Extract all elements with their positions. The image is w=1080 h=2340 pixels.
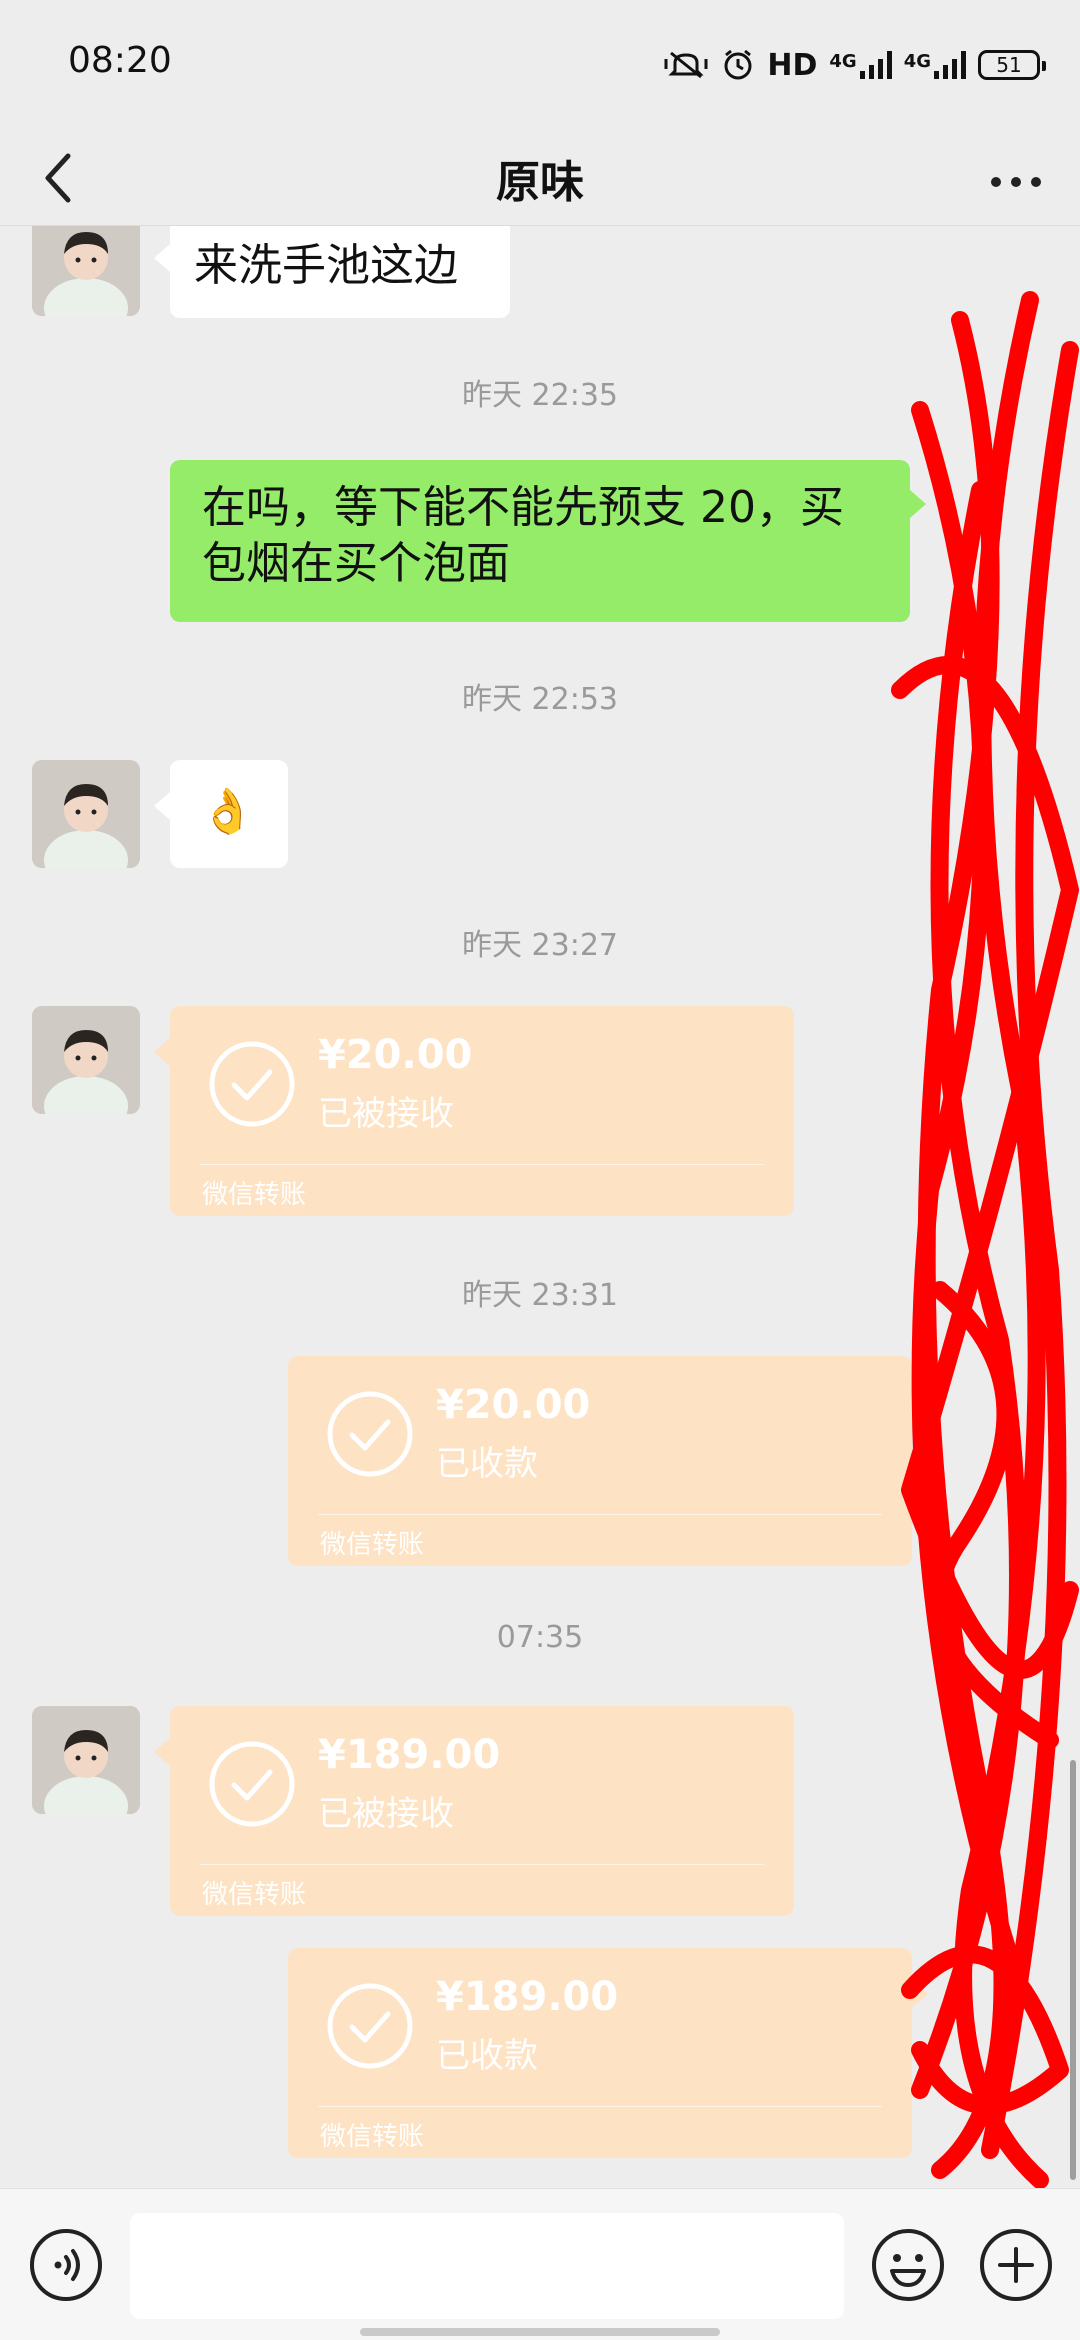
message-text-line: 在吗，等下能不能先预支 20，买: [202, 482, 844, 533]
transfer-divider: [318, 2106, 882, 2107]
avatar[interactable]: [32, 760, 140, 868]
bubble-tail: [154, 244, 170, 272]
signal-bars-icon: [934, 51, 966, 79]
message-text-line: 包烟在买个泡面: [202, 538, 510, 589]
red-scribble-redaction: [891, 291, 1079, 2189]
avatar[interactable]: [32, 226, 140, 316]
home-indicator[interactable]: [360, 2328, 720, 2336]
transfer-amount: ¥189.00: [436, 1974, 619, 2020]
transfer-card[interactable]: ¥20.00 已被接收 微信转账: [170, 1006, 794, 1216]
transfer-divider: [200, 1164, 764, 1165]
alarm-icon: [724, 49, 752, 80]
transfer-card[interactable]: ¥20.00 已收款 微信转账: [288, 1356, 912, 1566]
hd-label: HD: [767, 47, 818, 83]
message-text: 来洗手池这边: [194, 240, 458, 291]
input-bar: [0, 2188, 1080, 2340]
mute-vibrate-icon: [664, 51, 708, 79]
check-icon: [209, 1041, 295, 1127]
more-icon[interactable]: [984, 150, 1048, 210]
battery-icon: 51: [978, 50, 1046, 80]
ok-hand-emoji: 👌: [200, 786, 255, 837]
avatar[interactable]: [32, 1006, 140, 1114]
status-icons: HD 4G 4G 51: [663, 44, 1046, 86]
network-type-2: 4G: [903, 51, 931, 72]
scrollbar[interactable]: [1070, 1760, 1076, 2180]
transfer-status: 已收款: [436, 2036, 538, 2076]
child-avatar-icon: [32, 1006, 140, 1114]
child-avatar-icon: [32, 760, 140, 868]
bubble-tail: [154, 1738, 170, 1766]
signal-bars-icon: [859, 51, 892, 79]
message-bubble[interactable]: 👌: [170, 760, 288, 868]
transfer-status: 已收款: [436, 1444, 538, 1484]
chat-title: 原味: [496, 157, 584, 208]
battery-level: 51: [996, 53, 1022, 77]
transfer-status: 已被接收: [318, 1794, 454, 1834]
plus-icon[interactable]: [978, 2227, 1054, 2303]
chat-header: 原味: [0, 130, 1080, 226]
bubble-tail: [154, 792, 170, 820]
message-bubble[interactable]: 来洗手池这边: [170, 226, 510, 318]
transfer-divider: [318, 1514, 882, 1515]
message-input[interactable]: [130, 2213, 844, 2319]
network-type-1: 4G: [829, 51, 857, 72]
emoji-icon[interactable]: [870, 2227, 946, 2303]
avatar[interactable]: [32, 1706, 140, 1814]
transfer-status: 已被接收: [318, 1094, 454, 1134]
check-icon: [327, 1983, 413, 2069]
transfer-divider: [200, 1864, 764, 1865]
transfer-amount: ¥20.00: [318, 1032, 473, 1078]
child-avatar-icon: [32, 1706, 140, 1814]
message-bubble[interactable]: 在吗，等下能不能先预支 20，买 包烟在买个泡面: [170, 460, 910, 622]
check-icon: [209, 1741, 295, 1827]
bubble-tail: [154, 1038, 170, 1066]
signal-1: 4G: [829, 51, 892, 79]
status-bar: 08:20 HD 4G 4G 51: [0, 0, 1080, 130]
transfer-amount: ¥189.00: [318, 1732, 501, 1778]
status-time: 08:20: [68, 40, 172, 81]
transfer-card[interactable]: ¥189.00 已收款 微信转账: [288, 1948, 912, 2158]
transfer-footer: 微信转账: [202, 1180, 307, 1210]
transfer-amount: ¥20.00: [436, 1382, 591, 1428]
transfer-footer: 微信转账: [320, 2122, 425, 2152]
child-avatar-icon: [32, 226, 140, 316]
voice-icon[interactable]: [28, 2227, 104, 2303]
signal-2: 4G: [904, 51, 966, 79]
transfer-footer: 微信转账: [202, 1880, 307, 1910]
check-icon: [327, 1391, 413, 1477]
transfer-footer: 微信转账: [320, 1530, 425, 1560]
transfer-card[interactable]: ¥189.00 已被接收 微信转账: [170, 1706, 794, 1916]
